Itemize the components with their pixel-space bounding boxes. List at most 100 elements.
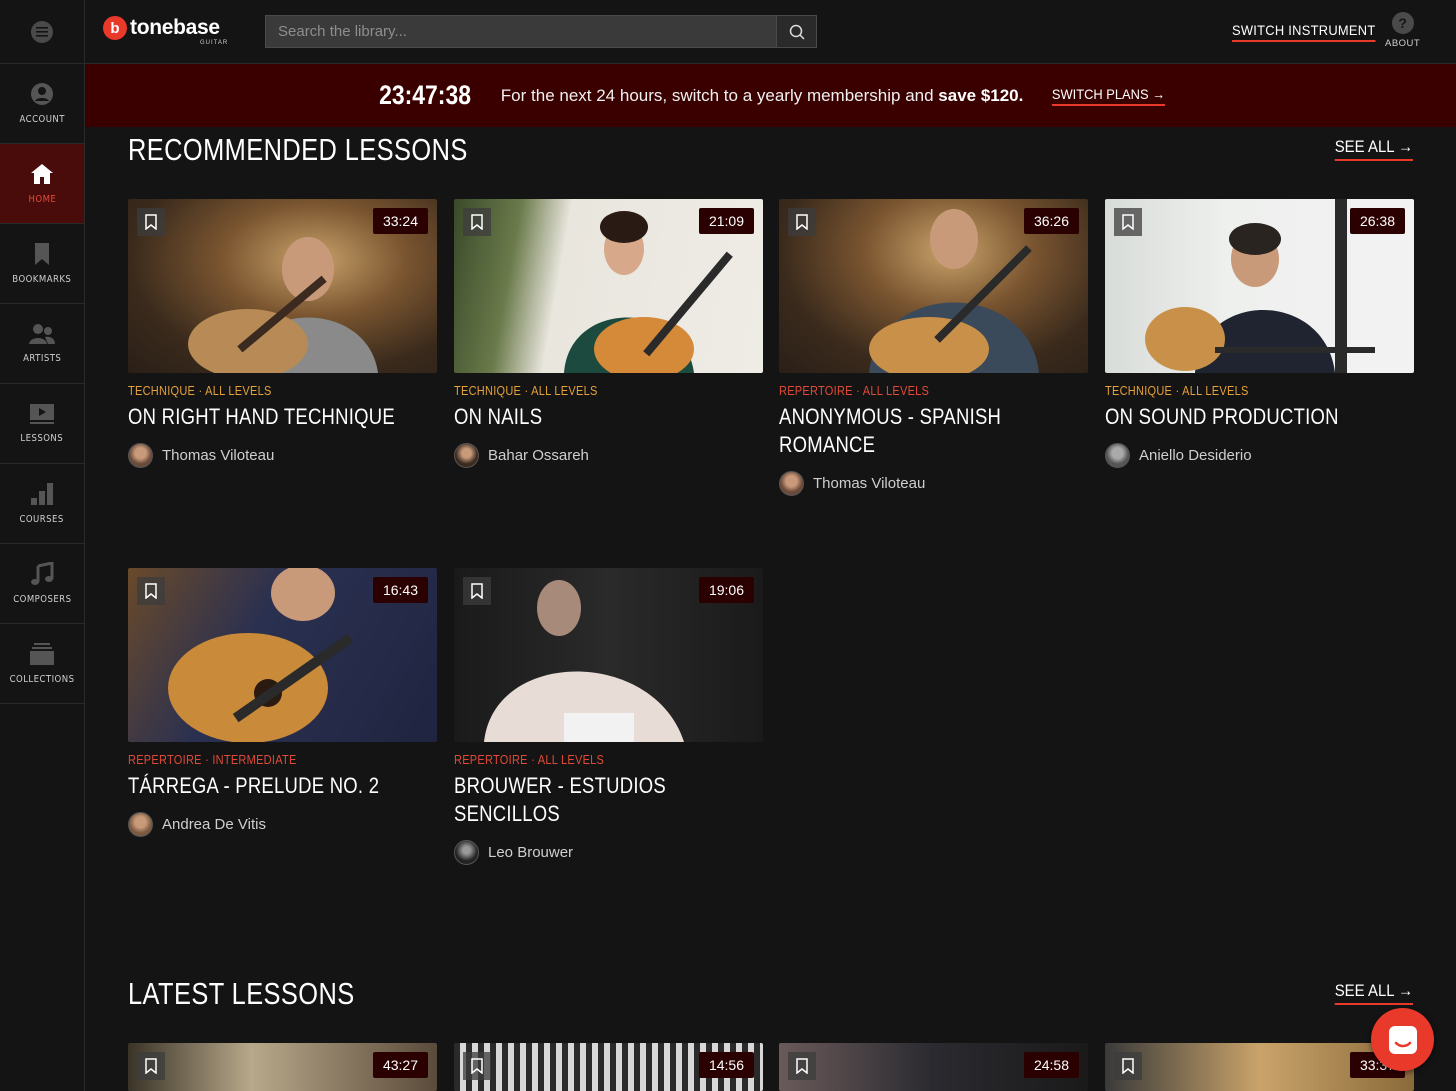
lesson-tag: TECHNIQUE · ALL LEVELS bbox=[1105, 384, 1249, 398]
lesson-thumbnail[interactable]: 16:43 bbox=[128, 568, 437, 742]
duration-badge: 24:58 bbox=[1023, 1052, 1079, 1078]
bookmark-button[interactable] bbox=[788, 208, 816, 236]
about-label: ABOUT bbox=[1385, 38, 1421, 49]
artists-icon bbox=[29, 324, 55, 344]
bookmark-button[interactable] bbox=[463, 208, 491, 236]
lesson-card[interactable]: 19:06 REPERTOIRE · ALL LEVELS BROUWER - … bbox=[454, 568, 763, 865]
artist-name: Thomas Viloteau bbox=[162, 447, 275, 464]
sidebar-item-composers[interactable]: COMPOSERS bbox=[0, 544, 84, 624]
duration-badge: 14:56 bbox=[698, 1052, 754, 1078]
sidebar-item-label: COURSES bbox=[19, 514, 65, 525]
lesson-artist[interactable]: Bahar Ossareh bbox=[454, 443, 763, 468]
hamburger-icon bbox=[31, 20, 53, 43]
sidebar-item-artists[interactable]: ARTISTS bbox=[0, 304, 84, 384]
logo-mark: b bbox=[103, 16, 127, 40]
lesson-thumbnail[interactable]: 36:26 bbox=[779, 199, 1088, 373]
lesson-title[interactable]: TÁRREGA - PRELUDE NO. 2 bbox=[128, 772, 430, 800]
lesson-artist[interactable]: Leo Brouwer bbox=[454, 840, 763, 865]
lesson-title[interactable]: BROUWER - ESTUDIOS SENCILLOS bbox=[454, 772, 756, 828]
tonebase-logo[interactable]: b tonebase bbox=[103, 16, 220, 40]
sidebar-item-collections[interactable]: COLLECTIONS bbox=[0, 624, 84, 704]
lesson-title[interactable]: ANONYMOUS - SPANISH ROMANCE bbox=[779, 403, 1081, 459]
lesson-tag: TECHNIQUE · ALL LEVELS bbox=[128, 384, 272, 398]
lesson-tag: TECHNIQUE · ALL LEVELS bbox=[454, 384, 598, 398]
sidebar-item-label: COLLECTIONS bbox=[9, 674, 75, 685]
see-all-recommended[interactable]: SEE ALL → bbox=[1334, 137, 1413, 161]
section-title-latest: LATEST LESSONS bbox=[128, 976, 355, 1011]
lesson-tag: REPERTOIRE · ALL LEVELS bbox=[454, 753, 605, 767]
menu-button[interactable] bbox=[0, 0, 84, 64]
lesson-card[interactable]: 26:38 TECHNIQUE · ALL LEVELS ON SOUND PR… bbox=[1105, 199, 1414, 468]
countdown-timer: 23:47:38 bbox=[378, 80, 471, 110]
avatar bbox=[128, 443, 153, 468]
switch-plans-link[interactable]: SWITCH PLANS → bbox=[1052, 86, 1166, 106]
logo-subtitle: GUITAR bbox=[200, 40, 229, 46]
bookmark-button[interactable] bbox=[137, 577, 165, 605]
sidebar-item-bookmarks[interactable]: BOOKMARKS bbox=[0, 224, 84, 304]
about-button[interactable]: ? ABOUT bbox=[1385, 12, 1420, 49]
lesson-artist[interactable]: Thomas Viloteau bbox=[128, 443, 437, 468]
lesson-thumbnail[interactable]: 14:56 bbox=[454, 1043, 763, 1091]
lesson-card[interactable]: 36:26 REPERTOIRE · ALL LEVELS ANONYMOUS … bbox=[779, 199, 1088, 496]
bookmark-button[interactable] bbox=[1114, 1052, 1142, 1080]
bookmark-button[interactable] bbox=[463, 577, 491, 605]
artist-name: Bahar Ossareh bbox=[488, 447, 589, 464]
artist-name: Leo Brouwer bbox=[488, 844, 574, 861]
lesson-title[interactable]: ON NAILS bbox=[454, 403, 756, 431]
music-note-icon bbox=[31, 562, 54, 585]
lesson-tag: REPERTOIRE · ALL LEVELS bbox=[779, 384, 930, 398]
lesson-card[interactable]: 14:56 bbox=[454, 1043, 763, 1091]
sidebar-item-label: ARTISTS bbox=[22, 353, 62, 364]
bookmark-button[interactable] bbox=[137, 208, 165, 236]
lesson-card[interactable]: 33:37 bbox=[1105, 1043, 1414, 1091]
bookmark-button[interactable] bbox=[137, 1052, 165, 1080]
bookmark-button[interactable] bbox=[788, 1052, 816, 1080]
bookmark-outline-icon bbox=[145, 1058, 157, 1074]
lesson-thumbnail[interactable]: 43:27 bbox=[128, 1043, 437, 1091]
lesson-title[interactable]: ON SOUND PRODUCTION bbox=[1105, 403, 1407, 431]
sidebar-item-home[interactable]: HOME bbox=[0, 144, 84, 224]
lesson-artist[interactable]: Aniello Desiderio bbox=[1105, 443, 1414, 468]
switch-instrument-link[interactable]: SWITCH INSTRUMENT bbox=[1232, 22, 1376, 42]
search-button[interactable] bbox=[776, 16, 816, 47]
lesson-thumbnail[interactable]: 26:38 bbox=[1105, 199, 1414, 373]
lesson-card[interactable]: 16:43 REPERTOIRE · INTERMEDIATE TÁRREGA … bbox=[128, 568, 437, 837]
bookmark-outline-icon bbox=[145, 214, 157, 230]
artist-name: Andrea De Vitis bbox=[162, 816, 266, 833]
bookmark-icon bbox=[35, 243, 49, 265]
duration-badge: 36:26 bbox=[1023, 208, 1079, 234]
lesson-artist[interactable]: Andrea De Vitis bbox=[128, 812, 437, 837]
lesson-thumbnail[interactable]: 33:37 bbox=[1105, 1043, 1414, 1091]
bookmark-button[interactable] bbox=[463, 1052, 491, 1080]
lessons-icon bbox=[30, 404, 54, 424]
bookmark-outline-icon bbox=[145, 583, 157, 599]
duration-badge: 33:24 bbox=[372, 208, 428, 234]
lesson-thumbnail[interactable]: 19:06 bbox=[454, 568, 763, 742]
lesson-card[interactable]: 21:09 TECHNIQUE · ALL LEVELS ON NAILS Ba… bbox=[454, 199, 763, 468]
sidebar-item-courses[interactable]: COURSES bbox=[0, 464, 84, 544]
lesson-thumbnail[interactable]: 33:24 bbox=[128, 199, 437, 373]
search-input[interactable] bbox=[266, 16, 776, 47]
collections-icon bbox=[30, 643, 54, 665]
lesson-title[interactable]: ON RIGHT HAND TECHNIQUE bbox=[128, 403, 430, 431]
duration-badge: 26:38 bbox=[1349, 208, 1405, 234]
sidebar-item-label: ACCOUNT bbox=[19, 114, 65, 125]
account-icon bbox=[31, 83, 53, 105]
lesson-card[interactable]: 24:58 bbox=[779, 1043, 1088, 1091]
promo-savings: save $120. bbox=[938, 85, 1024, 105]
lesson-artist[interactable]: Thomas Viloteau bbox=[779, 471, 1088, 496]
logo-text: tonebase bbox=[130, 16, 220, 39]
lesson-card[interactable]: 43:27 bbox=[128, 1043, 437, 1091]
see-all-latest[interactable]: SEE ALL → bbox=[1334, 981, 1413, 1005]
bookmark-outline-icon bbox=[796, 1058, 808, 1074]
bookmark-button[interactable] bbox=[1114, 208, 1142, 236]
lesson-thumbnail[interactable]: 21:09 bbox=[454, 199, 763, 373]
sidebar-item-account[interactable]: ACCOUNT bbox=[0, 64, 84, 144]
chat-button[interactable] bbox=[1371, 1008, 1434, 1071]
lesson-thumbnail[interactable]: 24:58 bbox=[779, 1043, 1088, 1091]
bookmark-outline-icon bbox=[1122, 1058, 1134, 1074]
sidebar: ACCOUNT HOME BOOKMARKS ARTISTS LESSONS C… bbox=[0, 0, 85, 1091]
search-icon bbox=[789, 24, 805, 40]
lesson-card[interactable]: 33:24 TECHNIQUE · ALL LEVELS ON RIGHT HA… bbox=[128, 199, 437, 468]
sidebar-item-lessons[interactable]: LESSONS bbox=[0, 384, 84, 464]
